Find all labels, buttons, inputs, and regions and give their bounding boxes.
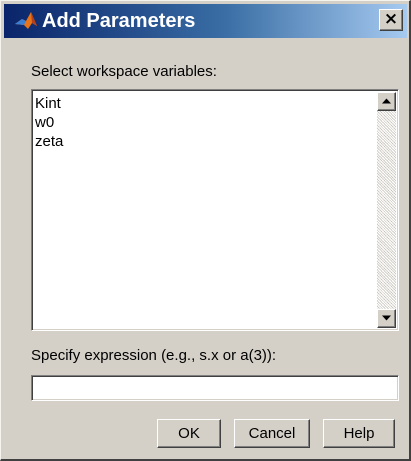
- scroll-up-button[interactable]: [377, 92, 396, 111]
- workspace-variables-list[interactable]: Kint w0 zeta: [31, 89, 399, 331]
- title-bar[interactable]: Add Parameters ×: [4, 4, 407, 38]
- variables-items: Kint w0 zeta: [35, 94, 63, 151]
- help-button[interactable]: Help: [323, 419, 395, 448]
- list-item[interactable]: Kint: [35, 94, 63, 113]
- arrow-up-icon: [382, 98, 391, 104]
- list-item[interactable]: zeta: [35, 132, 63, 151]
- matlab-logo-icon: [14, 10, 38, 32]
- window-title: Add Parameters: [42, 10, 196, 32]
- expression-label: Specify expression (e.g., s.x or a(3)):: [31, 347, 277, 364]
- variables-label: Select workspace variables:: [31, 63, 217, 80]
- list-item[interactable]: w0: [35, 113, 63, 132]
- add-parameters-dialog: Add Parameters × Select workspace variab…: [0, 0, 411, 461]
- cancel-button[interactable]: Cancel: [234, 419, 310, 448]
- ok-button[interactable]: OK: [157, 419, 221, 448]
- scroll-down-button[interactable]: [377, 309, 396, 328]
- vertical-scrollbar[interactable]: [377, 92, 396, 328]
- close-button[interactable]: ×: [379, 9, 403, 31]
- arrow-down-icon: [382, 315, 391, 321]
- expression-input[interactable]: [31, 375, 399, 401]
